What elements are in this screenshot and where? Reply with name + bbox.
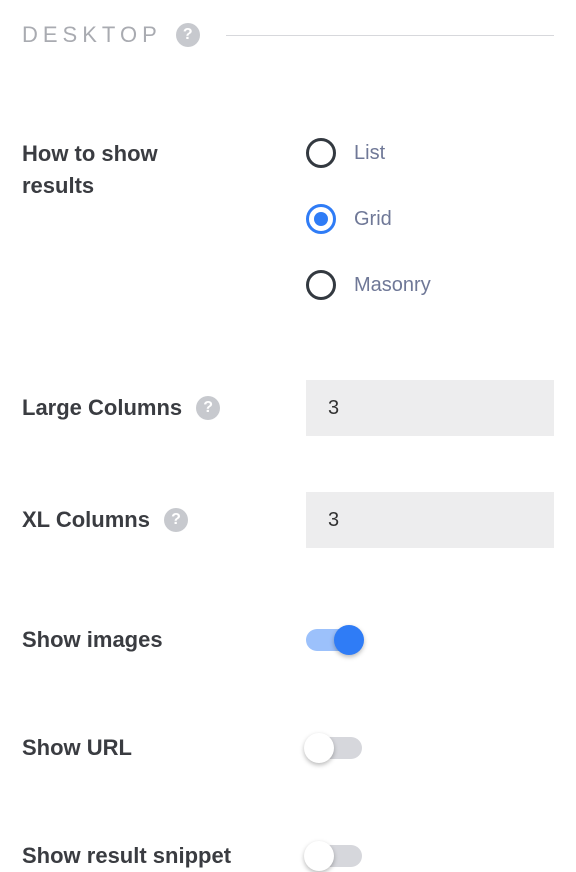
radio-label-list: List [354, 142, 385, 165]
toggle-knob-icon [334, 625, 364, 655]
radio-label-masonry: Masonry [354, 274, 431, 297]
field-show-snippet: Show result snippet [22, 840, 554, 872]
field-label-show-snippet: Show result snippet [22, 840, 231, 872]
field-label-show-url: Show URL [22, 732, 132, 764]
section-title: DESKTOP [22, 22, 162, 48]
radio-group-layout: List Grid Masonry [306, 138, 554, 300]
toggle-knob-icon [304, 733, 334, 763]
field-label-show-results: How to show results [22, 138, 202, 202]
toggle-knob-icon [304, 841, 334, 871]
field-label-show-images: Show images [22, 624, 163, 656]
radio-circle-icon [306, 270, 336, 300]
toggle-show-images[interactable] [306, 629, 362, 651]
field-show-results: How to show results List Grid Masonry [22, 138, 554, 300]
radio-list[interactable]: List [306, 138, 554, 168]
radio-masonry[interactable]: Masonry [306, 270, 554, 300]
field-show-url: Show URL [22, 732, 554, 764]
field-label-xl-columns: XL Columns [22, 504, 150, 536]
radio-circle-icon [306, 204, 336, 234]
radio-circle-icon [306, 138, 336, 168]
field-large-columns: Large Columns ? [22, 380, 554, 436]
radio-dot-icon [314, 212, 328, 226]
radio-grid[interactable]: Grid [306, 204, 554, 234]
field-show-images: Show images [22, 624, 554, 656]
field-label-large-columns: Large Columns [22, 392, 182, 424]
divider [226, 35, 554, 36]
section-header: DESKTOP ? [22, 22, 554, 48]
help-icon[interactable]: ? [176, 23, 200, 47]
toggle-show-url[interactable] [306, 737, 362, 759]
help-icon[interactable]: ? [164, 508, 188, 532]
toggle-show-snippet[interactable] [306, 845, 362, 867]
input-large-columns[interactable] [306, 380, 554, 436]
field-xl-columns: XL Columns ? [22, 492, 554, 548]
radio-label-grid: Grid [354, 208, 392, 231]
help-icon[interactable]: ? [196, 396, 220, 420]
input-xl-columns[interactable] [306, 492, 554, 548]
